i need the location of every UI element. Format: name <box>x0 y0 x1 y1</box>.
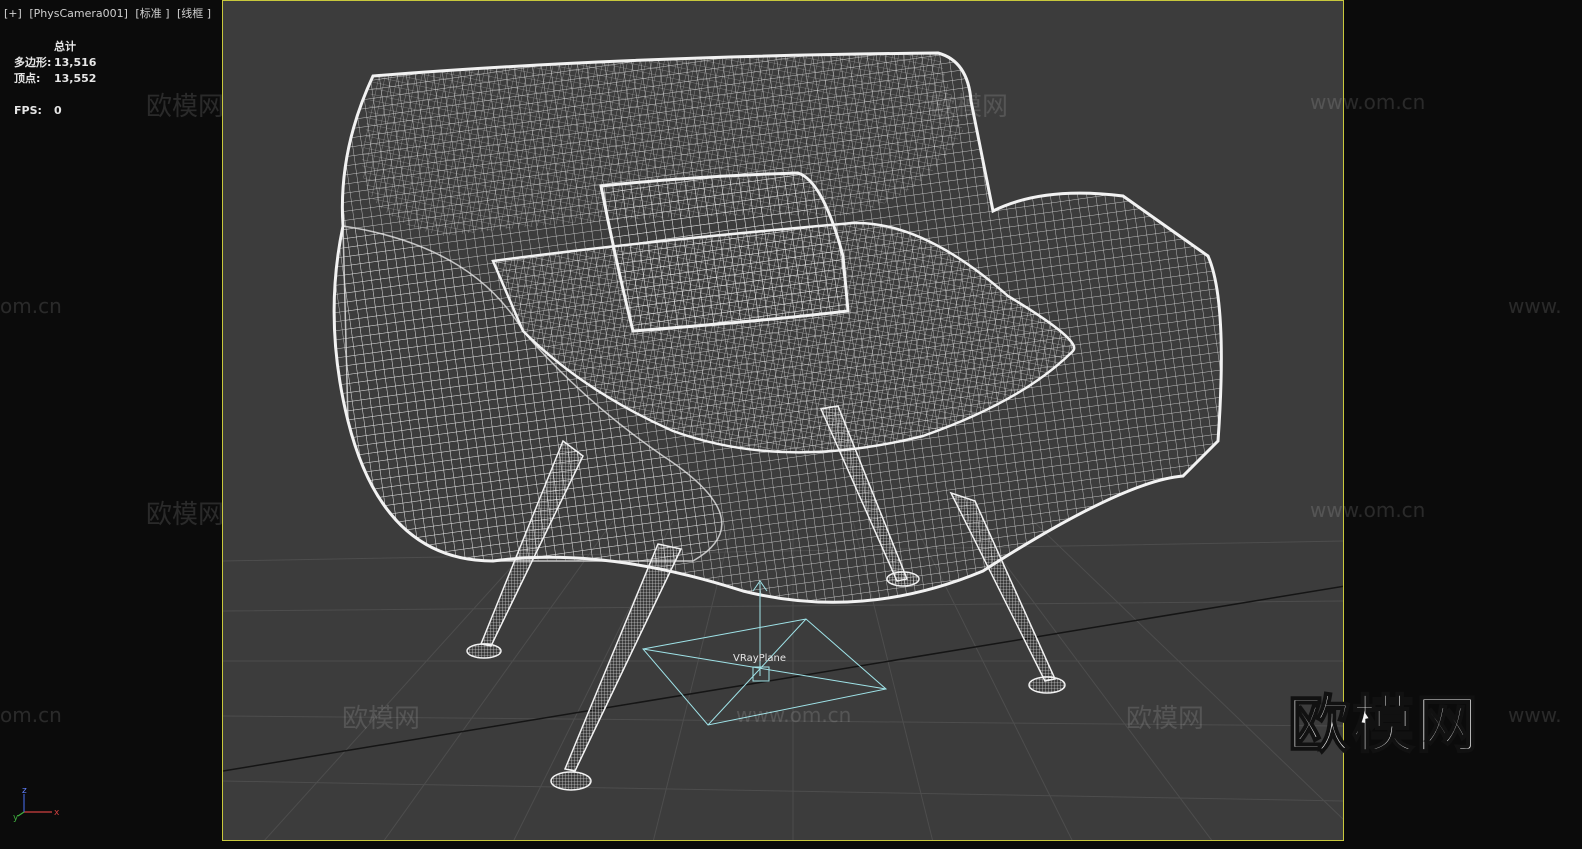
fps-label: FPS: <box>14 103 42 117</box>
watermark-url: om.cn <box>0 294 62 318</box>
stats-polygons: 多边形: 13,516 <box>14 54 96 70</box>
shading-wireframe-button[interactable]: [线框 ] <box>177 7 211 20</box>
leg-front-left <box>563 543 683 772</box>
stats-title: 总计 <box>54 40 76 53</box>
camera-menu-button[interactable]: [PhysCamera001] <box>29 7 128 20</box>
watermark-url: www. <box>1508 703 1562 727</box>
polygons-label: 多边形: <box>14 56 52 69</box>
watermark-cn: 欧模网 <box>146 92 225 122</box>
shading-standard-button[interactable]: [标准 ] <box>135 7 169 20</box>
polygons-value: 13,516 <box>54 55 97 69</box>
axis-z-label: z <box>22 786 27 796</box>
viewport-menu-button[interactable]: [+] <box>4 7 22 20</box>
watermark-cn: 欧模网 <box>1126 704 1205 734</box>
watermark-url: www.om.cn <box>1310 90 1426 114</box>
watermark-url: www. <box>1508 294 1562 318</box>
stats-vertices: 顶点: 13,552 <box>14 70 96 86</box>
fps-value: 0 <box>54 103 62 117</box>
axis-y-label: y <box>13 813 19 822</box>
axis-x-label: x <box>54 808 60 818</box>
watermark-url: www.om.cn <box>1310 498 1426 522</box>
vertices-label: 顶点: <box>14 72 41 85</box>
watermark-url: www.om.cn <box>736 703 852 727</box>
axis-tripod-icon: x z y <box>13 786 60 822</box>
watermark-cn: 欧模网 <box>930 92 1009 122</box>
scene-stats: 总计 多边形: 13,516 顶点: 13,552 FPS: 0 <box>14 38 96 118</box>
viewport-label: [+] [PhysCamera001] [标准 ] [线框 ] <box>4 5 215 21</box>
vertices-value: 13,552 <box>54 71 97 85</box>
watermark-cn: 欧模网 <box>342 704 421 734</box>
chair-cushion <box>599 171 850 333</box>
chair-wireframe[interactable] <box>332 51 1223 604</box>
watermark-url: om.cn <box>0 703 62 727</box>
brand-logo: 欧模网 <box>1287 687 1481 762</box>
stats-fps: FPS: 0 <box>14 102 96 118</box>
vray-plane-label: VRayPlane <box>733 653 787 664</box>
watermark-cn: 欧模网 <box>146 500 225 530</box>
